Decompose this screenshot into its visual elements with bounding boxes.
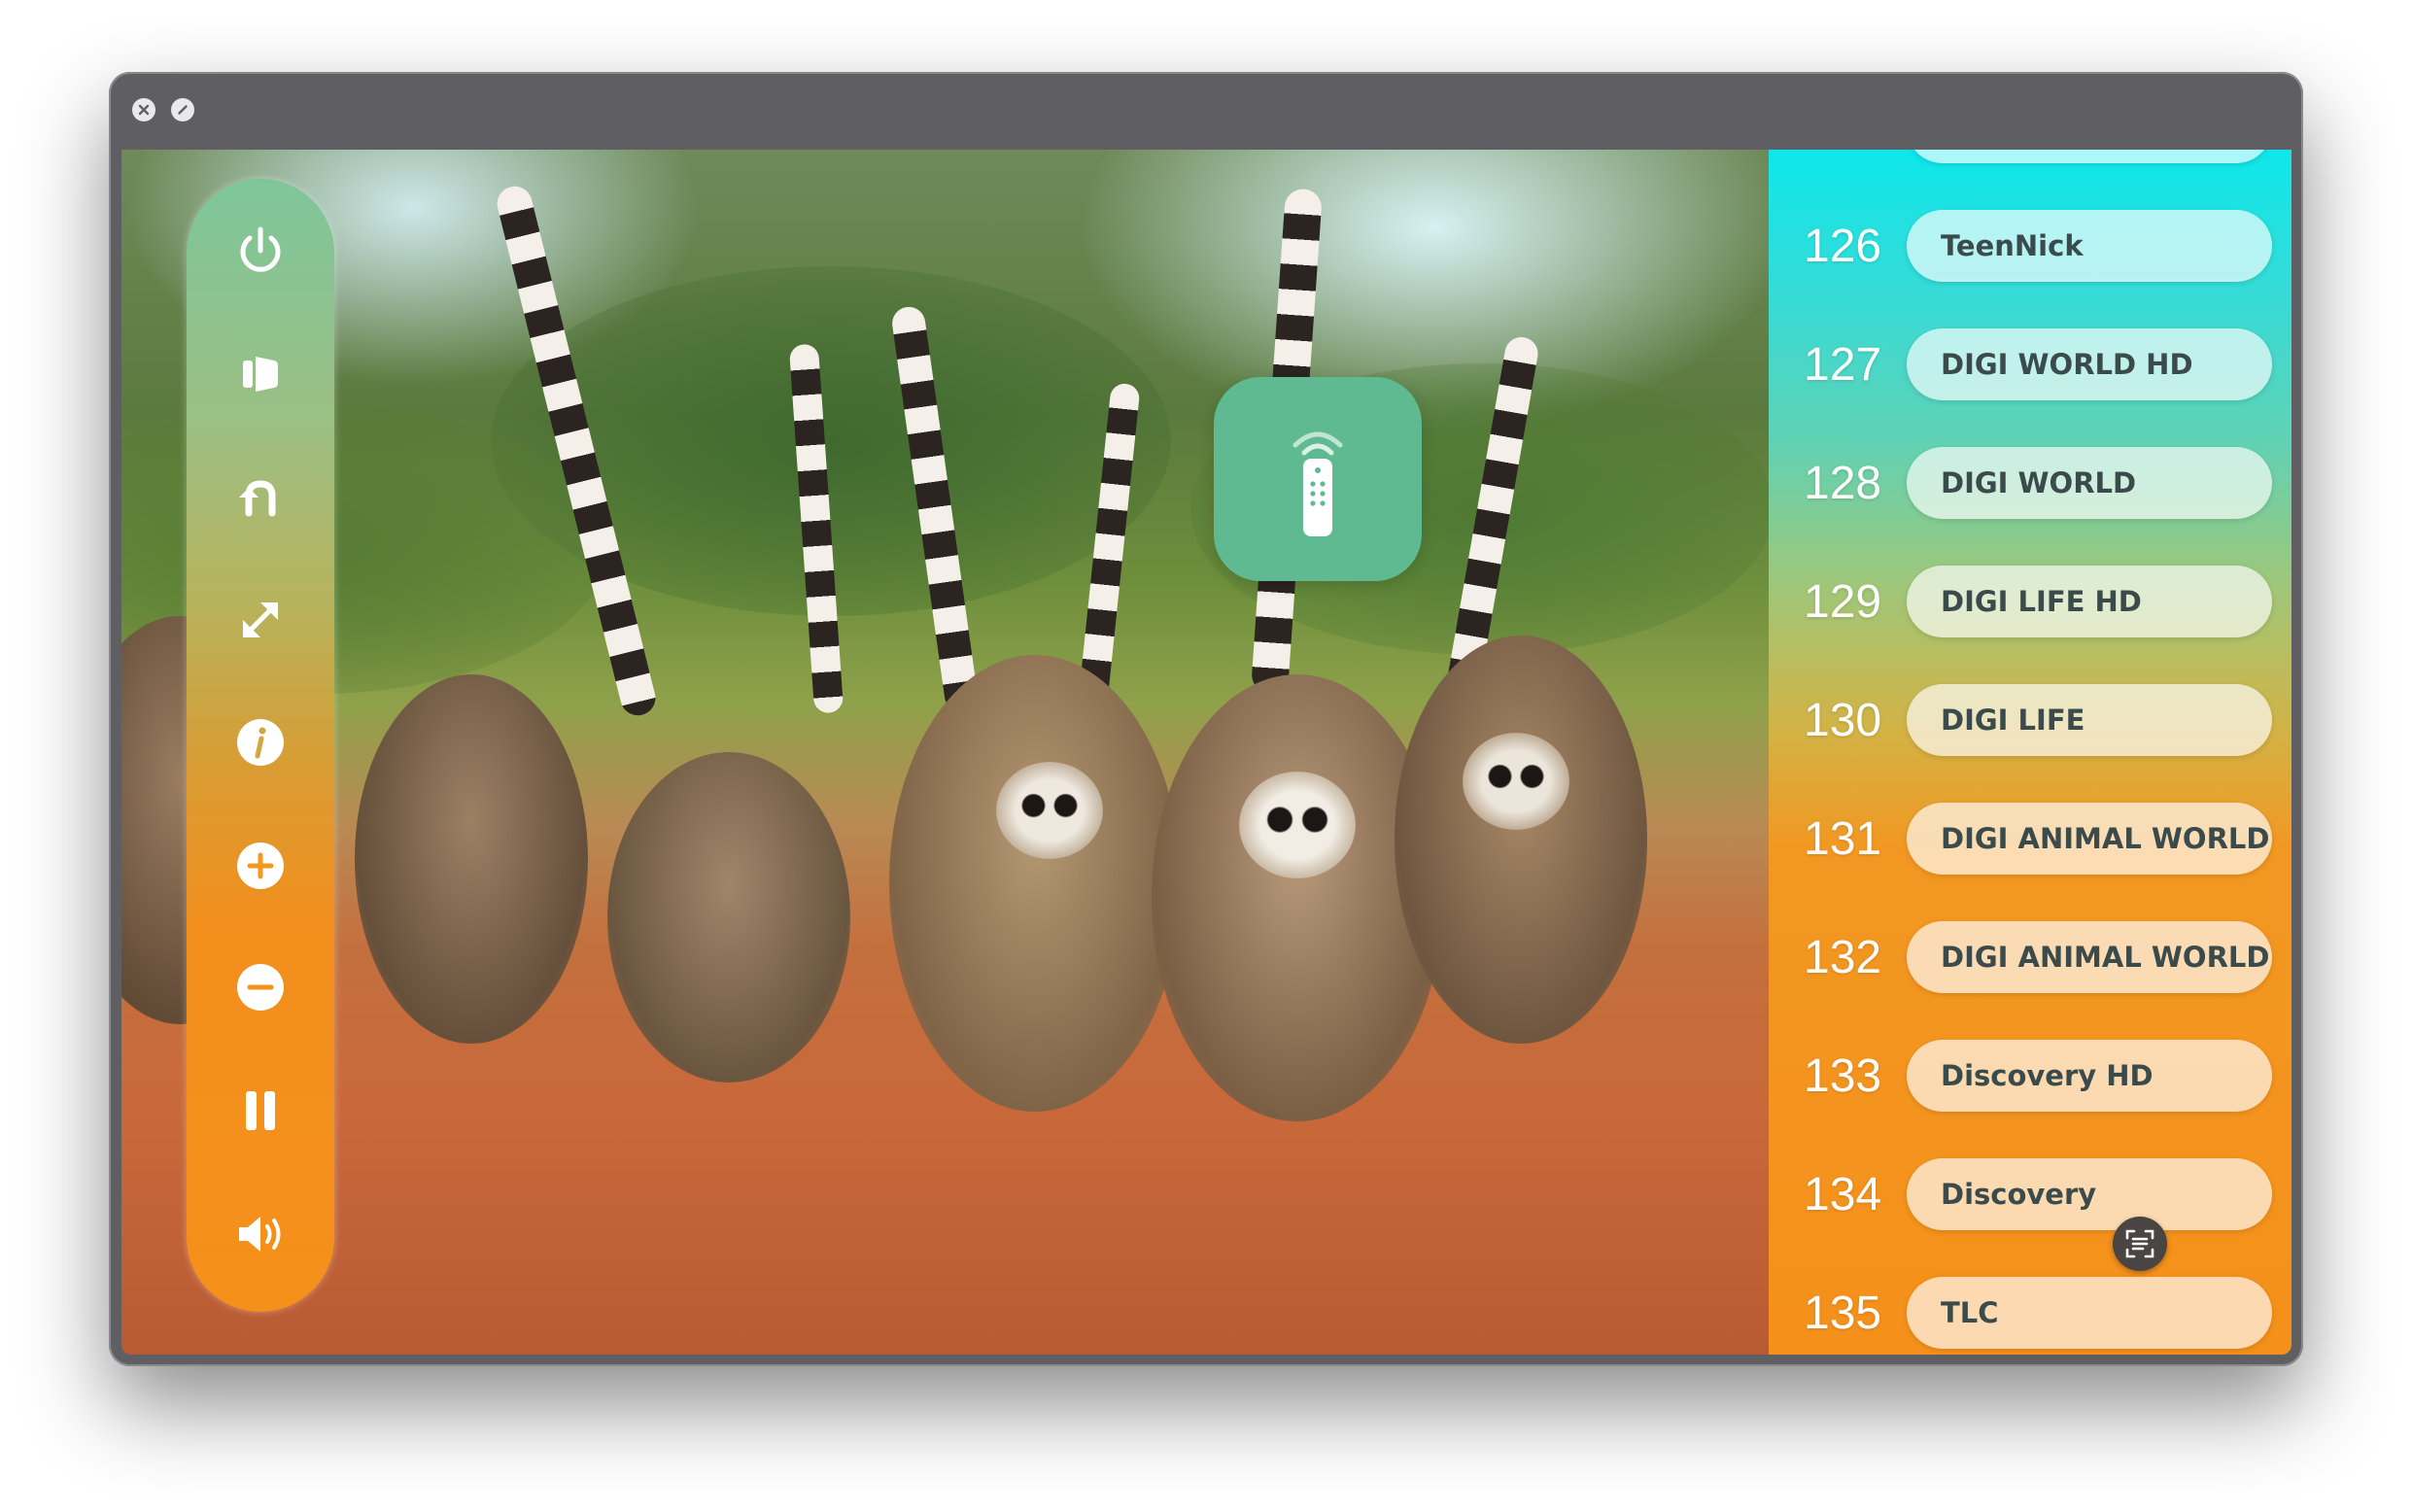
channel-number: 126 — [1804, 221, 1882, 272]
channel-item[interactable]: 133 Discovery HD — [1769, 1040, 2291, 1114]
channel-name: Discovery HD — [1941, 1059, 2154, 1092]
close-button[interactable] — [132, 98, 155, 121]
fullscreen-button[interactable] — [222, 581, 299, 659]
channel-list[interactable]: 126 TeenNick 127 DIGI WORLD HD 128 DIGI … — [1769, 150, 2291, 1355]
channel-item[interactable]: 134 Discovery — [1769, 1158, 2291, 1232]
input-source-icon — [243, 357, 278, 392]
channel-name-button[interactable]: TeenNick — [1907, 210, 2272, 282]
channel-name-button[interactable]: TLC — [1907, 1277, 2272, 1349]
lemur-face — [996, 762, 1103, 859]
channel-number: 134 — [1804, 1169, 1882, 1220]
channel-name: DIGI LIFE HD — [1941, 585, 2142, 618]
channel-item[interactable]: 135 TLC — [1769, 1277, 2291, 1351]
minimize-button[interactable] — [171, 98, 194, 121]
channel-name-button[interactable]: DIGI LIFE — [1907, 684, 2272, 756]
channel-item[interactable]: 132 DIGI ANIMAL WORLD — [1769, 921, 2291, 995]
channel-number: 128 — [1804, 458, 1882, 509]
lemur-face — [1463, 733, 1569, 830]
minus-circle-icon — [237, 964, 284, 1011]
channel-number: 133 — [1804, 1050, 1882, 1102]
channel-item[interactable]: 127 DIGI WORLD HD — [1769, 328, 2291, 402]
power-button[interactable] — [222, 212, 299, 290]
channel-name: DIGI LIFE — [1941, 704, 2085, 737]
channel-number: 135 — [1804, 1288, 1882, 1339]
video-player[interactable] — [121, 150, 1769, 1355]
power-icon — [240, 226, 281, 272]
channel-number: 132 — [1804, 932, 1882, 983]
channel-item[interactable]: 130 DIGI LIFE — [1769, 684, 2291, 758]
channel-number: 127 — [1804, 339, 1882, 391]
channel-number: 130 — [1804, 695, 1882, 746]
lemur-face — [1239, 772, 1356, 878]
expand-icon — [243, 602, 278, 637]
channel-pill-partial[interactable] — [1907, 150, 2272, 163]
close-icon — [138, 104, 150, 116]
title-bar — [109, 72, 2303, 148]
channel-item[interactable]: 131 DIGI ANIMAL WORLD — [1769, 803, 2291, 876]
channel-name-button[interactable]: DIGI WORLD — [1907, 447, 2272, 519]
lemur-body — [1395, 636, 1647, 1044]
channel-name: DIGI WORLD — [1941, 466, 2137, 499]
minimize-icon — [178, 105, 188, 115]
info-button[interactable] — [222, 704, 299, 781]
channel-name-button[interactable]: Discovery — [1907, 1158, 2272, 1230]
pause-icon — [246, 1091, 275, 1130]
remote-logo — [1214, 377, 1422, 581]
remote-control-icon — [1292, 431, 1343, 536]
channel-item[interactable]: 126 TeenNick — [1769, 210, 2291, 284]
speaker-icon — [239, 1217, 281, 1252]
lemur-body — [607, 752, 850, 1082]
app-content: 126 TeenNick 127 DIGI WORLD HD 128 DIGI … — [121, 150, 2291, 1355]
text-scan-icon — [2125, 1229, 2154, 1258]
channel-name: DIGI ANIMAL WORLD — [1941, 822, 2270, 855]
sound-button[interactable] — [222, 1195, 299, 1273]
channel-name-button[interactable]: DIGI WORLD HD — [1907, 328, 2272, 400]
lemur-body — [355, 674, 588, 1044]
back-button[interactable] — [222, 459, 299, 536]
channel-number: 129 — [1804, 576, 1882, 628]
channel-name-button[interactable]: DIGI ANIMAL WORLD — [1907, 803, 2272, 875]
info-icon — [237, 719, 284, 766]
channel-number: 131 — [1804, 813, 1882, 865]
volume-up-button[interactable] — [222, 827, 299, 905]
input-source-button[interactable] — [222, 335, 299, 413]
channel-name-button[interactable]: DIGI ANIMAL WORLD — [1907, 921, 2272, 993]
control-sidebar — [187, 179, 334, 1312]
app-window: 126 TeenNick 127 DIGI WORLD HD 128 DIGI … — [109, 72, 2303, 1366]
channel-name: DIGI WORLD HD — [1941, 348, 2193, 381]
channel-name: DIGI ANIMAL WORLD — [1941, 941, 2270, 974]
plus-circle-icon — [237, 842, 284, 889]
lemur-body — [889, 655, 1181, 1112]
pause-button[interactable] — [222, 1072, 299, 1150]
channel-name-button[interactable]: Discovery HD — [1907, 1040, 2272, 1112]
channel-name: TeenNick — [1941, 229, 2084, 262]
volume-down-button[interactable] — [222, 948, 299, 1026]
text-scan-button[interactable] — [2113, 1217, 2167, 1271]
channel-name: TLC — [1941, 1296, 1999, 1329]
channel-name: Discovery — [1941, 1178, 2097, 1211]
back-arrow-icon — [239, 480, 276, 517]
channel-name-button[interactable]: DIGI LIFE HD — [1907, 566, 2272, 637]
channel-item[interactable]: 128 DIGI WORLD — [1769, 447, 2291, 521]
channel-item[interactable]: 129 DIGI LIFE HD — [1769, 566, 2291, 639]
